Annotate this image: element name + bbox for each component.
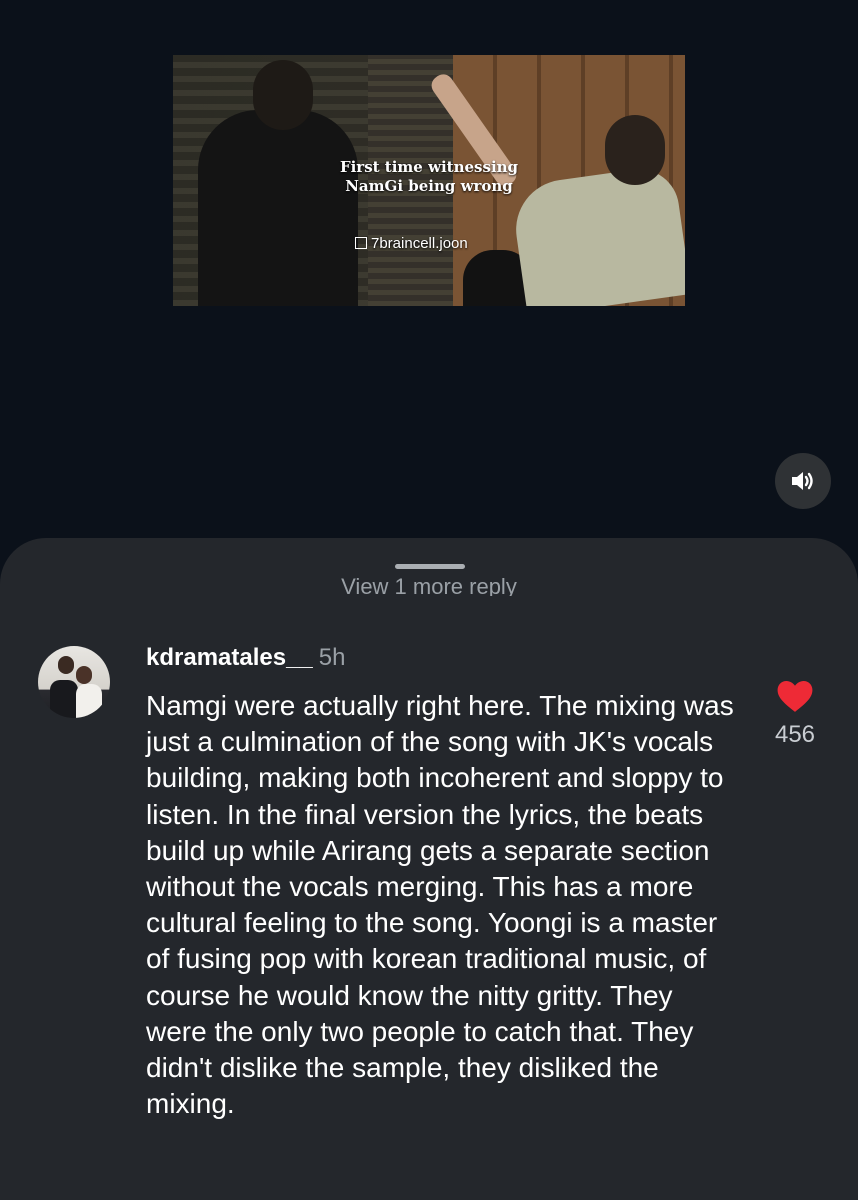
- comment-timestamp: 5h: [318, 644, 346, 671]
- like-count: 456: [774, 721, 816, 748]
- video-player[interactable]: First time witnessing NamGi being wrong …: [0, 0, 858, 545]
- watermark-icon: [355, 237, 367, 249]
- video-caption-line1: First time witnessing: [339, 158, 519, 176]
- heart-icon: [777, 680, 813, 712]
- comment-username[interactable]: kdramatales__: [146, 644, 313, 671]
- view-more-replies-link[interactable]: View 1 more reply: [0, 576, 858, 596]
- sheet-drag-handle[interactable]: [395, 564, 465, 569]
- like-button[interactable]: [776, 678, 814, 714]
- person-left-graphic: [198, 110, 358, 306]
- video-thumbnail[interactable]: First time witnessing NamGi being wrong …: [173, 55, 685, 306]
- video-caption-line2: NamGi being wrong: [345, 177, 513, 195]
- video-caption: First time witnessing NamGi being wrong: [173, 158, 685, 196]
- comment-header: kdramatales__ 5h: [146, 644, 345, 672]
- comments-sheet: View 1 more reply kdramatales__ 5h Namgi …: [0, 538, 858, 1200]
- avatar[interactable]: [38, 646, 110, 718]
- sound-toggle-button[interactable]: [775, 453, 831, 509]
- watermark: 7braincell.joon: [355, 235, 468, 252]
- comment-text: Namgi were actually right here. The mixi…: [146, 690, 734, 1120]
- person-left-head-graphic: [253, 60, 313, 130]
- watermark-text: 7braincell.joon: [371, 235, 468, 252]
- speaker-volume-icon: [792, 472, 813, 490]
